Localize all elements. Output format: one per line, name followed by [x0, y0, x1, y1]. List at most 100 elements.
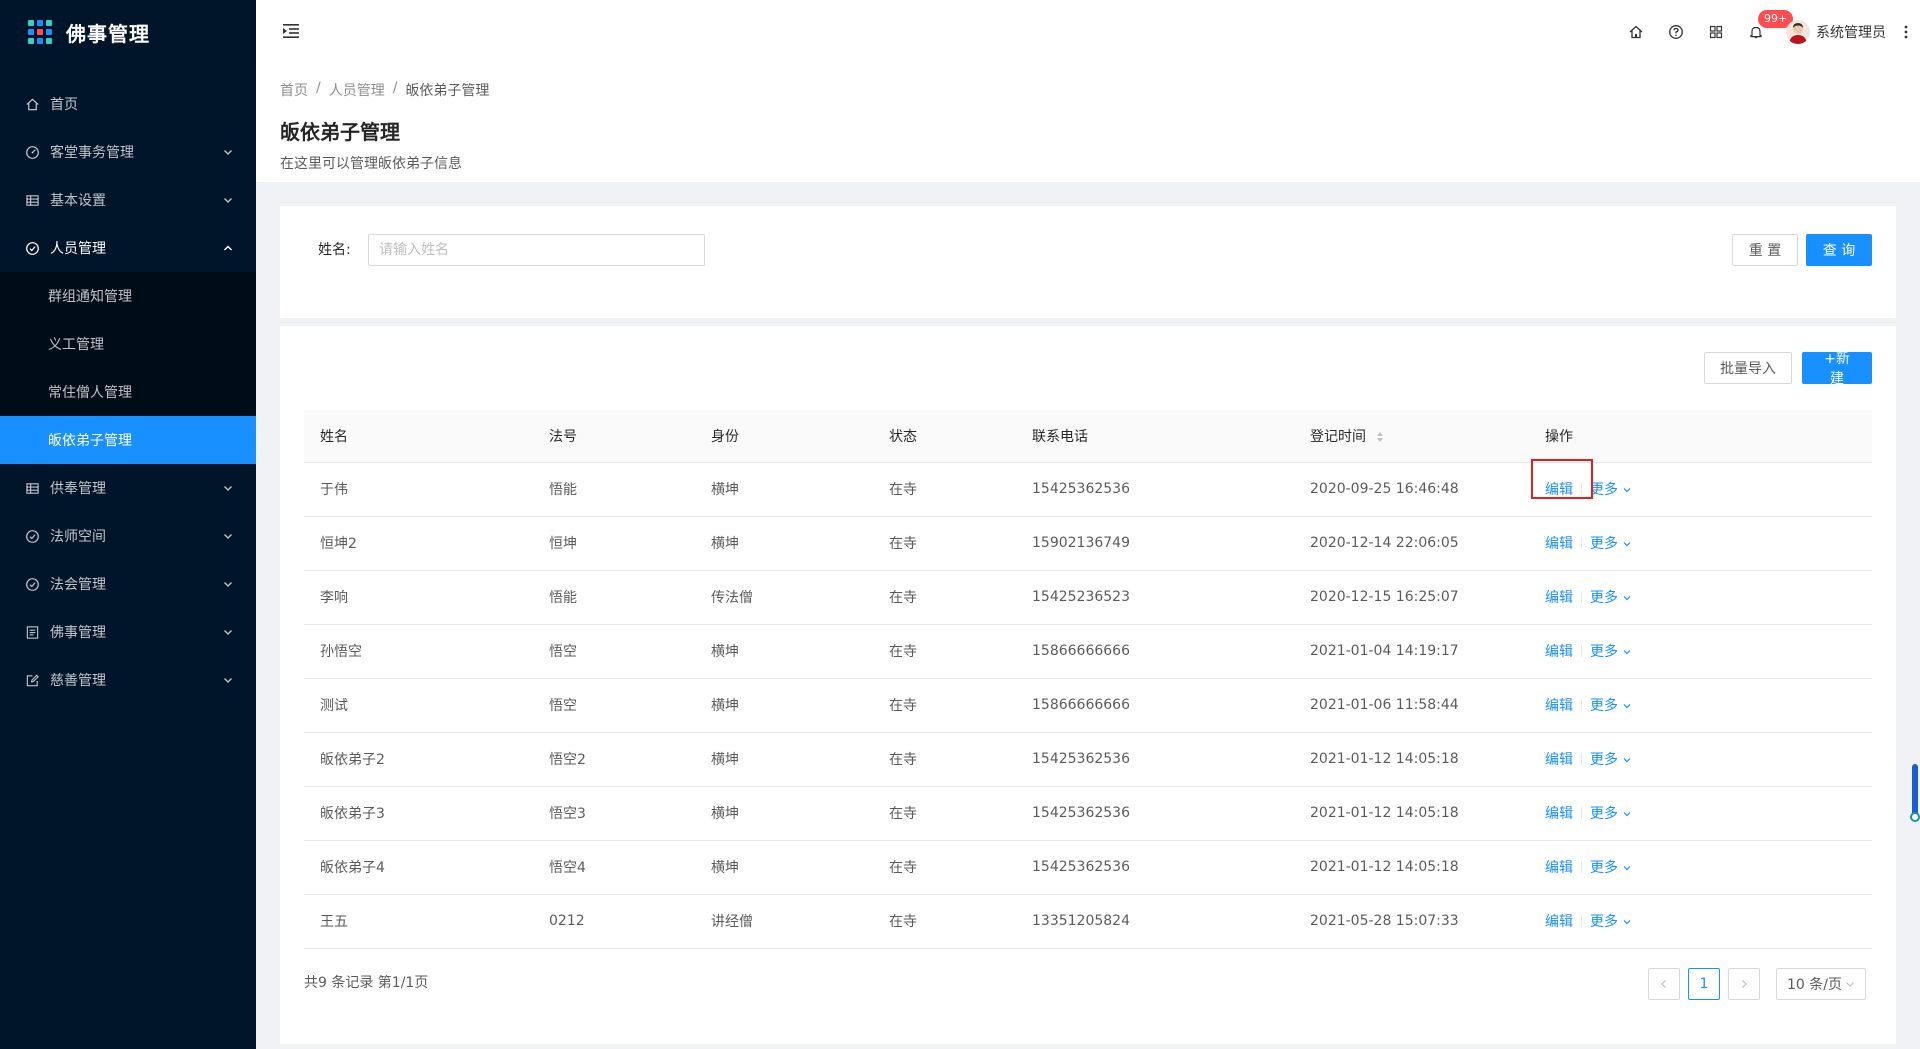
- table-row: 测试 悟空 横坤 在寺 15866666666 2021-01-06 11:58:44 编辑…: [304, 678, 1872, 733]
- chevron-down-icon: [224, 678, 232, 683]
- pagination: 1 10 条/页: [1648, 968, 1866, 1000]
- sidebar-item-0[interactable]: 首页: [0, 80, 256, 128]
- cell-name: 皈依弟子3: [304, 786, 533, 841]
- column-header-actions: 操作: [1529, 410, 1872, 463]
- search-form: 姓名: 重 置 查 询: [280, 206, 1896, 318]
- more-dropdown[interactable]: 更多: [1590, 803, 1632, 823]
- cell-actions: 编辑 更多: [1529, 459, 1872, 517]
- check-circle-icon: [24, 240, 40, 256]
- new-button[interactable]: +新建: [1802, 351, 1872, 387]
- sidebar-submenu: 群组通知管理 义工管理 常住僧人管理 皈依弟子管理: [0, 272, 256, 464]
- more-dropdown[interactable]: 更多: [1590, 641, 1632, 661]
- home-icon[interactable]: [1616, 0, 1656, 64]
- cell-identity: 横坤: [695, 516, 873, 571]
- cell-status: 在寺: [873, 840, 1016, 895]
- profile-icon: [24, 624, 40, 640]
- more-dropdown[interactable]: 更多: [1590, 749, 1632, 769]
- edit-link[interactable]: 编辑: [1545, 806, 1573, 822]
- edit-link[interactable]: 编辑: [1545, 698, 1573, 714]
- page-header: 首页 / 人员管理 / 皈依弟子管理 皈依弟子管理 在这里可以管理皈依弟子信息: [256, 64, 1920, 182]
- sidebar-item-5[interactable]: 法师空间: [0, 512, 256, 560]
- app-grid-logo-icon: [28, 20, 52, 44]
- reset-button[interactable]: 重 置: [1732, 234, 1798, 266]
- prev-page-button[interactable]: [1648, 968, 1680, 1000]
- page-size-select[interactable]: 10 条/页: [1776, 968, 1866, 1000]
- form-icon: [24, 672, 40, 688]
- sidebar-item-label: 人员管理: [50, 241, 106, 257]
- more-vertical-icon[interactable]: [1898, 0, 1914, 64]
- name-search-input[interactable]: [368, 234, 705, 266]
- cell-time: 2021-01-12 14:05:18: [1294, 840, 1529, 895]
- edit-link[interactable]: 编辑: [1545, 860, 1573, 876]
- avatar: [1786, 20, 1810, 44]
- chevron-down-icon: [1623, 920, 1631, 925]
- action-divider: [1581, 591, 1582, 603]
- more-dropdown[interactable]: 更多: [1590, 479, 1632, 499]
- table-row: 孙悟空 悟空 横坤 在寺 15866666666 2021-01-04 14:19:17 编…: [304, 624, 1872, 679]
- table-row: 皈依弟子2 悟空2 横坤 在寺 15425362536 2021-01-12 14:05:…: [304, 732, 1872, 787]
- logo[interactable]: 佛事管理: [0, 0, 256, 64]
- more-dropdown[interactable]: 更多: [1590, 911, 1632, 931]
- sidebar-item-3[interactable]: 人员管理: [0, 224, 256, 272]
- edit-link[interactable]: 编辑: [1545, 536, 1573, 552]
- sidebar-item-4[interactable]: 供奉管理: [0, 464, 256, 512]
- check-circle-icon: [24, 576, 40, 592]
- cell-identity: 横坤: [695, 462, 873, 517]
- cell-name: 王五: [304, 894, 533, 949]
- column-header-identity: 身份: [695, 410, 873, 463]
- top-header: 99+ 系统管理员: [256, 0, 1920, 64]
- more-label: 更多: [1590, 698, 1618, 714]
- action-divider: [1581, 915, 1582, 927]
- cell-actions: 编辑 更多: [1529, 624, 1872, 679]
- user-menu[interactable]: 系统管理员: [1776, 0, 1898, 64]
- cell-time: 2021-01-12 14:05:18: [1294, 732, 1529, 787]
- sidebar-item-2[interactable]: 基本设置: [0, 176, 256, 224]
- more-dropdown[interactable]: 更多: [1590, 533, 1632, 553]
- edit-link[interactable]: 编辑: [1545, 482, 1573, 498]
- chevron-down-icon: [1623, 866, 1631, 871]
- cell-name: 于伟: [304, 462, 533, 517]
- notification-bell[interactable]: 99+: [1736, 0, 1794, 64]
- column-header-register-time[interactable]: 登记时间: [1294, 410, 1529, 463]
- sidebar-item-label: 法师空间: [50, 529, 106, 545]
- edit-link[interactable]: 编辑: [1545, 752, 1573, 768]
- sidebar-item-6[interactable]: 法会管理: [0, 560, 256, 608]
- breadcrumb-separator: /: [392, 80, 398, 96]
- sidebar-subitem-0[interactable]: 群组通知管理: [0, 272, 256, 320]
- query-button[interactable]: 查 询: [1806, 234, 1872, 266]
- sidebar-item-7[interactable]: 佛事管理: [0, 608, 256, 656]
- sidebar-item-1[interactable]: 客堂事务管理: [0, 128, 256, 176]
- sidebar-subitem-1[interactable]: 义工管理: [0, 320, 256, 368]
- cell-status: 在寺: [873, 570, 1016, 625]
- chevron-right-icon: [1742, 980, 1747, 988]
- sidebar-subitem-2[interactable]: 常住僧人管理: [0, 368, 256, 416]
- sidebar-item-label: 基本设置: [50, 193, 106, 209]
- breadcrumb-home[interactable]: 首页: [280, 80, 308, 100]
- cell-actions: 编辑 更多: [1529, 894, 1872, 949]
- cell-phone: 15425362536: [1016, 840, 1294, 895]
- edit-link[interactable]: 编辑: [1545, 644, 1573, 660]
- table-row: 于伟 悟能 横坤 在寺 15425362536 2020-09-25 16:46:48 编辑…: [304, 459, 1872, 517]
- sidebar-item-8[interactable]: 慈善管理: [0, 656, 256, 704]
- more-dropdown[interactable]: 更多: [1590, 857, 1632, 877]
- breadcrumb-people[interactable]: 人员管理: [329, 80, 385, 100]
- appstore-icon[interactable]: [1696, 0, 1736, 64]
- cell-time: 2021-01-12 14:05:18: [1294, 786, 1529, 841]
- cell-actions: 编辑 更多: [1529, 732, 1872, 787]
- sidebar-item-label: 客堂事务管理: [50, 145, 134, 161]
- help-icon[interactable]: [1656, 0, 1696, 64]
- scrollbar-handle[interactable]: [1910, 812, 1920, 822]
- more-dropdown[interactable]: 更多: [1590, 587, 1632, 607]
- cell-name: 皈依弟子4: [304, 840, 533, 895]
- sort-icon[interactable]: [1376, 431, 1384, 443]
- edit-link[interactable]: 编辑: [1545, 914, 1573, 930]
- cell-phone: 15425236523: [1016, 570, 1294, 625]
- menu-fold-icon[interactable]: [280, 20, 302, 42]
- next-page-button[interactable]: [1728, 968, 1760, 1000]
- cell-identity: 横坤: [695, 678, 873, 733]
- more-dropdown[interactable]: 更多: [1590, 695, 1632, 715]
- edit-link[interactable]: 编辑: [1545, 590, 1573, 606]
- page-number-button[interactable]: 1: [1688, 968, 1720, 1000]
- sidebar-subitem-3[interactable]: 皈依弟子管理: [0, 416, 256, 464]
- batch-import-button[interactable]: 批量导入: [1704, 352, 1792, 384]
